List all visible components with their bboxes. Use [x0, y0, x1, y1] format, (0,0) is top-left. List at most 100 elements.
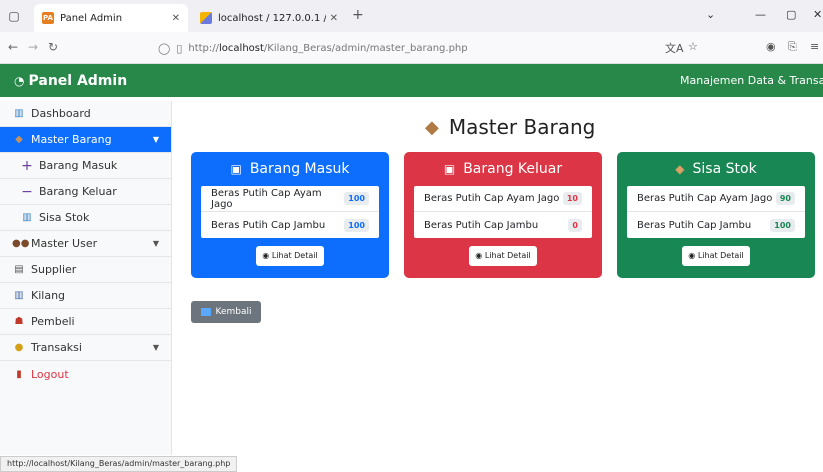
restore-icon[interactable]: ▢ — [786, 8, 796, 21]
caret-down-icon: ▼ — [152, 135, 159, 144]
status-bar-url: http://localhost/Kilang_Beras/admin/mast… — [0, 456, 238, 472]
back-arrow-icon[interactable]: ← — [8, 40, 18, 54]
list-item: Beras Putih Cap Jambu 100 — [201, 212, 379, 238]
card-title-text: Sisa Stok — [692, 161, 757, 177]
eye-icon: ◉ — [262, 251, 270, 260]
bookmark-star-icon[interactable]: ☆ — [688, 40, 698, 53]
card-sisa-stok: ◆ Sisa Stok Beras Putih Cap Ayam Jago 90… — [617, 152, 815, 278]
url-host: localhost — [219, 42, 264, 54]
item-name: Beras Putih Cap Ayam Jago — [211, 187, 322, 210]
card-title: ◆ Sisa Stok — [617, 152, 815, 186]
caret-down-icon: ▼ — [152, 239, 159, 248]
sidebar-item-supplier[interactable]: ▤ Supplier — [0, 257, 171, 283]
url-path: /Kilang_Beras/admin/master_barang.php — [263, 42, 468, 54]
eye-icon: ◉ — [688, 251, 696, 260]
quantity-badge: 100 — [770, 218, 795, 232]
account-icon[interactable]: ◉ — [766, 40, 776, 53]
quantity-badge: 100 — [344, 218, 369, 232]
books-icon: ▥ — [14, 290, 24, 301]
minus-icon: − — [21, 183, 33, 200]
menu-icon[interactable]: ≡ — [810, 40, 819, 53]
button-label: Kembali — [215, 307, 252, 317]
sidebar-item-transaksi[interactable]: ● Transaksi ▼ — [0, 335, 171, 361]
brand-label: Panel Admin — [28, 72, 128, 89]
sidebar-item-label: Barang Masuk — [39, 159, 118, 172]
browser-tab-panel-admin[interactable]: PA Panel Admin ✕ — [34, 4, 188, 32]
address-bar[interactable]: ◯ ▯ http://localhost/Kilang_Beras/admin/… — [158, 38, 688, 58]
sidebar-item-master-user[interactable]: ●● Master User ▼ — [0, 231, 171, 257]
button-label: Lihat Detail — [271, 251, 318, 260]
sidebar-item-dashboard[interactable]: ▥ Dashboard — [0, 101, 171, 127]
page-title: ◆ Master Barang — [425, 112, 595, 142]
list-item: Beras Putih Cap Ayam Jago 90 — [627, 186, 805, 212]
sidebar-item-label: Master User — [31, 237, 98, 250]
chart-icon: ▥ — [22, 212, 32, 223]
lihat-detail-button[interactable]: ◉ Lihat Detail — [256, 246, 324, 266]
close-tab-icon[interactable]: ✕ — [330, 13, 338, 24]
sidebar-item-logout[interactable]: ▮ Logout — [0, 361, 171, 387]
people-icon: ☗ — [14, 316, 24, 327]
list-item: Beras Putih Cap Jambu 0 — [414, 212, 592, 238]
card-barang-keluar: ▣ Barang Keluar Beras Putih Cap Ayam Jag… — [404, 152, 602, 278]
box-icon: ◆ — [675, 162, 685, 176]
card-barang-masuk: ▣ Barang Masuk Beras Putih Cap Ayam Jago… — [191, 152, 389, 278]
kembali-button[interactable]: Kembali — [191, 301, 261, 323]
box-icon: ◆ — [15, 134, 23, 145]
url-prefix: http:// — [188, 42, 220, 54]
sidebar-item-label: Kilang — [31, 289, 66, 302]
quantity-badge: 100 — [344, 192, 369, 205]
translate-icon[interactable]: 文A — [665, 40, 684, 56]
close-window-icon[interactable]: ✕ — [813, 8, 822, 21]
logout-icon: ▮ — [16, 368, 22, 380]
button-label: Lihat Detail — [697, 251, 744, 260]
sidebar-item-barang-masuk[interactable]: + Barang Masuk — [0, 153, 171, 179]
sidebar-item-label: Barang Keluar — [39, 185, 117, 198]
card-title-text: Barang Masuk — [249, 161, 350, 177]
extensions-icon[interactable]: ⎘ — [788, 40, 797, 54]
dashboard-gauge-icon: ◔ — [14, 73, 25, 88]
sidebar-item-pembeli[interactable]: ☗ Pembeli — [0, 309, 171, 335]
browser-tab-phpmyadmin[interactable]: localhost / 127.0.0.1 / db_sistem ✕ — [192, 4, 346, 32]
tab-label: localhost / 127.0.0.1 / db_sistem — [218, 12, 326, 24]
sidebar-item-kilang[interactable]: ▥ Kilang — [0, 283, 171, 309]
inbox-icon: ▣ — [230, 162, 242, 176]
sidebar: ▥ Dashboard ◆ Master Barang ▼ + Barang M… — [0, 101, 172, 455]
list-item: Beras Putih Cap Ayam Jago 100 — [201, 186, 379, 212]
users-icon: ●● — [12, 238, 30, 249]
item-name: Beras Putih Cap Ayam Jago — [424, 193, 560, 204]
sidebar-item-barang-keluar[interactable]: − Barang Keluar — [0, 179, 171, 205]
browser-nav-bar: ← → ↻ ◯ ▯ http://localhost/Kilang_Beras/… — [0, 32, 823, 64]
close-tab-icon[interactable]: ✕ — [172, 13, 180, 24]
minimize-icon[interactable]: — — [755, 8, 766, 21]
new-tab-icon[interactable]: + — [352, 8, 364, 22]
button-label: Lihat Detail — [484, 251, 531, 260]
lihat-detail-button[interactable]: ◉ Lihat Detail — [682, 246, 750, 266]
sidebar-item-sisa-stok[interactable]: ▥ Sisa Stok — [0, 205, 171, 231]
quantity-badge: 0 — [568, 218, 582, 232]
list-item: Beras Putih Cap Jambu 100 — [627, 212, 805, 238]
lihat-detail-button[interactable]: ◉ Lihat Detail — [469, 246, 537, 266]
quantity-badge: 10 — [562, 192, 582, 205]
sidebar-item-label: Sisa Stok — [39, 211, 90, 224]
sidebar-item-label: Logout — [31, 367, 69, 381]
brand[interactable]: ◔ Panel Admin — [14, 73, 127, 89]
item-name: Beras Putih Cap Jambu — [637, 219, 752, 231]
header-tagline: Manajemen Data & Transaksi — [680, 74, 823, 87]
tab-overflow-icon[interactable]: ⌄ — [706, 8, 715, 21]
tab-label: Panel Admin — [60, 12, 123, 24]
tab-list-icon[interactable]: ▢ — [6, 8, 22, 24]
reload-icon[interactable]: ↻ — [48, 40, 58, 54]
back-icon — [200, 308, 211, 316]
forward-arrow-icon[interactable]: → — [28, 40, 38, 54]
list-item: Beras Putih Cap Ayam Jago 10 — [414, 186, 592, 212]
item-name: Beras Putih Cap Jambu — [211, 219, 326, 231]
phpmyadmin-favicon-icon — [200, 12, 212, 24]
chart-icon: ▥ — [14, 108, 24, 119]
item-name: Beras Putih Cap Jambu — [424, 219, 539, 231]
card-title: ▣ Barang Keluar — [404, 152, 602, 186]
app-header: ◔ Panel Admin Manajemen Data & Transaksi — [0, 64, 823, 97]
money-bag-icon: ● — [14, 342, 24, 353]
page-title-text: Master Barang — [448, 115, 596, 139]
item-name: Beras Putih Cap Ayam Jago — [637, 193, 773, 204]
sidebar-item-master-barang[interactable]: ◆ Master Barang ▼ — [0, 127, 171, 153]
